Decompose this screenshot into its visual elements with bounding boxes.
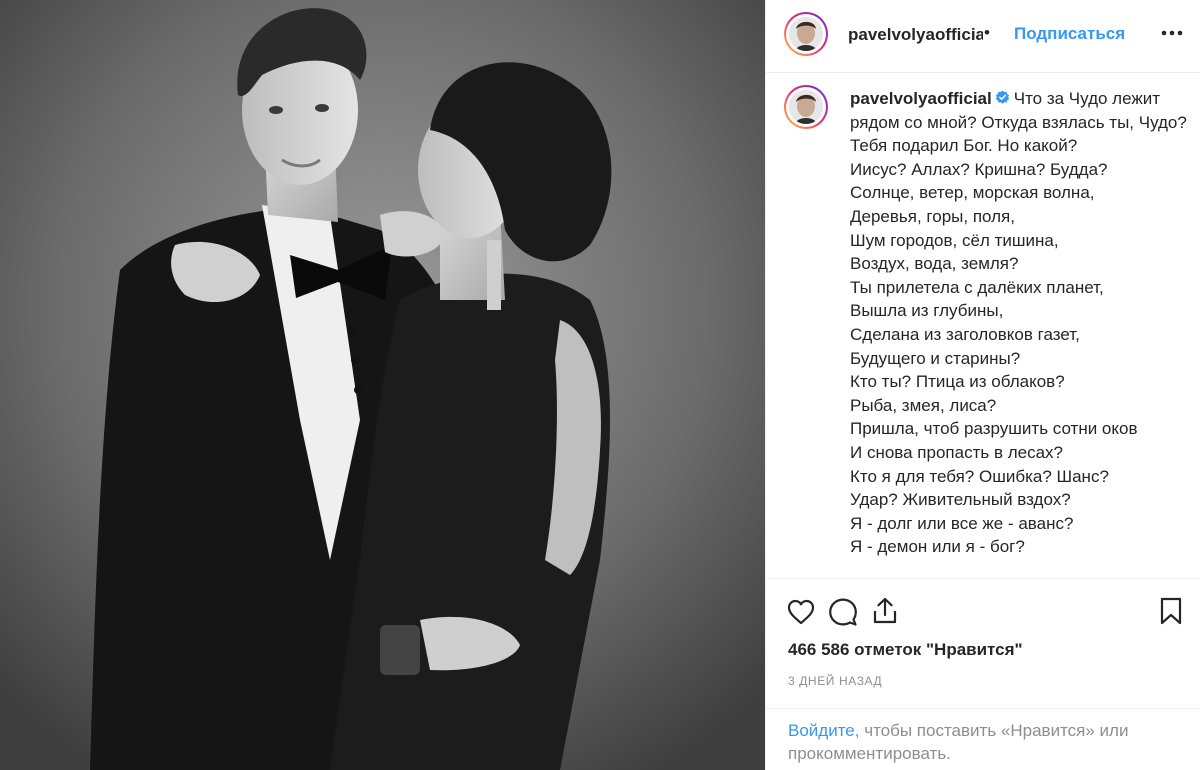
comment-icon[interactable]: [828, 597, 858, 627]
caption-lines: Тебя подарил Бог. Но какой? Иисус? Аллах?…: [850, 134, 1190, 559]
caption-line: Иисус? Аллах? Кришна? Будда?: [850, 159, 1108, 179]
couple-photo-illustration: [0, 0, 765, 770]
caption-line: Я - демон или я - бог?: [850, 537, 1025, 557]
avatar-inner-ring: [786, 14, 826, 54]
bookmark-icon[interactable]: [1156, 596, 1186, 626]
caption-line: Шум городов, сёл тишина,: [850, 230, 1059, 250]
caption-line: Кто ты? Птица из облаков?: [850, 372, 1065, 392]
login-prompt-text: Войдите, чтобы поставить «Нравится» или …: [788, 719, 1188, 765]
header-avatar[interactable]: [784, 12, 828, 56]
caption-line: Будущего и старины?: [850, 348, 1021, 368]
caption-line: Ты прилетела с далёких планет,: [850, 277, 1104, 297]
caption-line: Кто я для тебя? Ошибка? Шанс?: [850, 466, 1109, 486]
header-separator: •: [984, 23, 990, 42]
caption-avatar[interactable]: [784, 85, 828, 129]
caption-line: Вышла из глубины,: [850, 301, 1004, 321]
avatar-image: [789, 90, 823, 124]
post-header: pavelvolyaofficia • Подписаться: [766, 0, 1200, 73]
avatar-face-icon: [789, 17, 823, 51]
post-side-panel: pavelvolyaofficia • Подписаться pavelvol…: [765, 0, 1200, 770]
header-username[interactable]: pavelvolyaofficia: [848, 25, 983, 45]
login-link[interactable]: Войдите: [788, 721, 855, 740]
avatar-image: [789, 17, 823, 51]
caption-line: Тебя подарил Бог. Но какой?: [850, 136, 1078, 156]
caption-first-line: pavelvolyaofficial Что за Чудо лежит рядо…: [850, 89, 1187, 132]
heart-icon[interactable]: [786, 597, 816, 627]
caption-line: Деревья, горы, поля,: [850, 206, 1015, 226]
likes-count[interactable]: 466 586 отметок "Нравится": [788, 640, 1023, 660]
follow-button[interactable]: Подписаться: [1014, 24, 1125, 44]
avatar-inner-ring: [786, 87, 826, 127]
caption-line: Воздух, вода, земля?: [850, 254, 1019, 274]
instagram-post: pavelvolyaofficia • Подписаться pavelvol…: [0, 0, 1200, 770]
login-prompt: Войдите, чтобы поставить «Нравится» или …: [766, 708, 1200, 770]
caption-line: Я - долг или все же - аванс?: [850, 513, 1074, 533]
verified-badge-icon: [995, 90, 1009, 104]
caption-text: pavelvolyaofficial Что за Чудо лежит рядо…: [850, 87, 1190, 559]
caption-line: Удар? Живительный вздох?: [850, 490, 1071, 510]
post-timestamp[interactable]: 3 ДНЕЙ НАЗАД: [788, 674, 882, 688]
caption-line: Пришла, чтоб разрушить сотни оков: [850, 419, 1138, 439]
caption-line: Сделана из заголовков газет,: [850, 324, 1080, 344]
post-photo[interactable]: [0, 0, 765, 770]
caption-line: И снова пропасть в лесах?: [850, 442, 1063, 462]
share-icon[interactable]: [870, 596, 900, 626]
caption-area: pavelvolyaofficial Что за Чудо лежит рядо…: [766, 73, 1200, 578]
avatar-face-icon: [789, 90, 823, 124]
caption-username[interactable]: pavelvolyaofficial: [850, 89, 992, 108]
post-actions: 466 586 отметок "Нравится" 3 ДНЕЙ НАЗАД …: [766, 578, 1200, 770]
caption-line: Рыба, змея, лиса?: [850, 395, 997, 415]
caption-line: Солнце, ветер, морская волна,: [850, 183, 1095, 203]
more-horizontal-icon[interactable]: [1159, 20, 1185, 46]
